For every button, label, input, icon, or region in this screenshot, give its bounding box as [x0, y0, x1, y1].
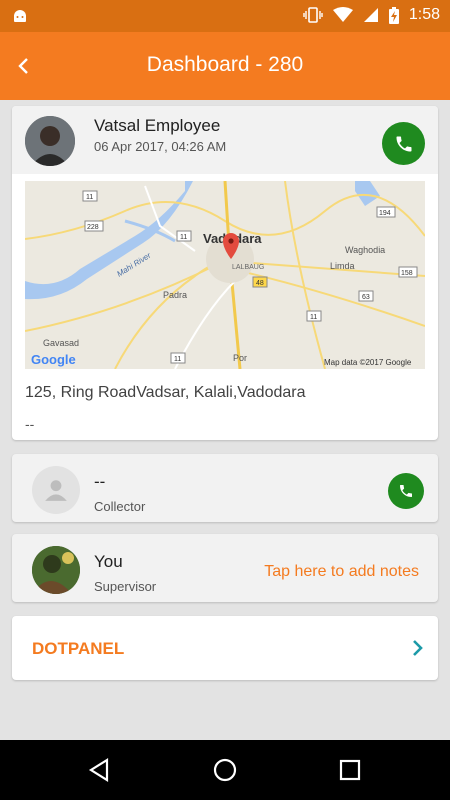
add-notes-link[interactable]: Tap here to add notes	[264, 563, 419, 581]
employee-avatar	[25, 116, 75, 166]
navigation-bar	[0, 740, 450, 800]
supervisor-avatar	[32, 546, 80, 594]
map-place-label: Gavasad	[43, 338, 79, 348]
company-card[interactable]: DOTPANEL	[12, 616, 438, 680]
app-bar: Dashboard - 280	[0, 32, 450, 100]
collector-card: -- Collector	[12, 454, 438, 522]
nav-back-button[interactable]	[84, 755, 114, 785]
collector-avatar	[32, 466, 80, 514]
svg-text:228: 228	[87, 224, 99, 231]
nav-home-icon	[213, 758, 237, 782]
map-place-label: Por	[233, 353, 247, 363]
phone-icon	[396, 136, 411, 151]
signal-icon	[363, 8, 378, 22]
android-icon	[14, 10, 26, 22]
collector-role: Collector	[94, 499, 146, 514]
svg-text:194: 194	[379, 210, 391, 217]
svg-text:63: 63	[362, 294, 370, 301]
wifi-icon	[332, 7, 353, 22]
svg-text:11: 11	[174, 356, 181, 363]
nav-home-button[interactable]	[210, 755, 240, 785]
employee-name: Vatsal Employee	[94, 116, 221, 135]
map-google-logo: Google	[31, 352, 76, 367]
svg-text:48: 48	[256, 280, 264, 287]
call-collector-button[interactable]	[388, 473, 424, 509]
map-attribution: Map data ©2017 Google	[324, 358, 412, 367]
company-title: DOTPANEL	[32, 639, 125, 658]
call-employee-button[interactable]	[382, 122, 425, 165]
employee-address: 125, Ring RoadVadsar, Kalali,Vadodara	[25, 384, 306, 401]
svg-text:11: 11	[180, 234, 187, 241]
nav-recents-icon	[339, 759, 361, 781]
map-place-label: Limda	[330, 261, 355, 271]
svg-text:158: 158	[401, 270, 413, 277]
map-area-label: LALBAUG	[232, 264, 264, 271]
map-place-label: Waghodia	[345, 245, 385, 255]
employee-card: Vatsal Employee 06 Apr 2017, 04:26 AM Va…	[12, 106, 438, 440]
svg-text:11: 11	[310, 314, 317, 321]
supervisor-card: You Supervisor Tap here to add notes	[12, 534, 438, 602]
map-place-label: Padra	[163, 290, 187, 300]
supervisor-name: You	[94, 552, 123, 571]
status-time: 1:58	[408, 6, 440, 23]
status-bar: 1:58	[0, 0, 450, 32]
employee-header: Vatsal Employee 06 Apr 2017, 04:26 AM	[12, 106, 438, 174]
page-title: Dashboard - 280	[146, 53, 304, 76]
collector-name: --	[94, 472, 106, 491]
location-map[interactable]: Vadodara LALBAUG Waghodia Limda Padra Ga…	[25, 181, 425, 369]
svg-text:11: 11	[86, 194, 93, 201]
nav-back-icon	[88, 758, 109, 782]
supervisor-role: Supervisor	[94, 579, 157, 594]
employee-note: --	[25, 416, 35, 432]
vibrate-icon	[303, 7, 323, 23]
chevron-right-icon	[413, 640, 423, 656]
nav-recents-button[interactable]	[335, 755, 365, 785]
employee-timestamp: 06 Apr 2017, 04:26 AM	[94, 139, 227, 154]
phone-icon	[400, 485, 412, 497]
battery-charging-icon	[388, 6, 399, 24]
person-placeholder-icon	[45, 480, 67, 501]
